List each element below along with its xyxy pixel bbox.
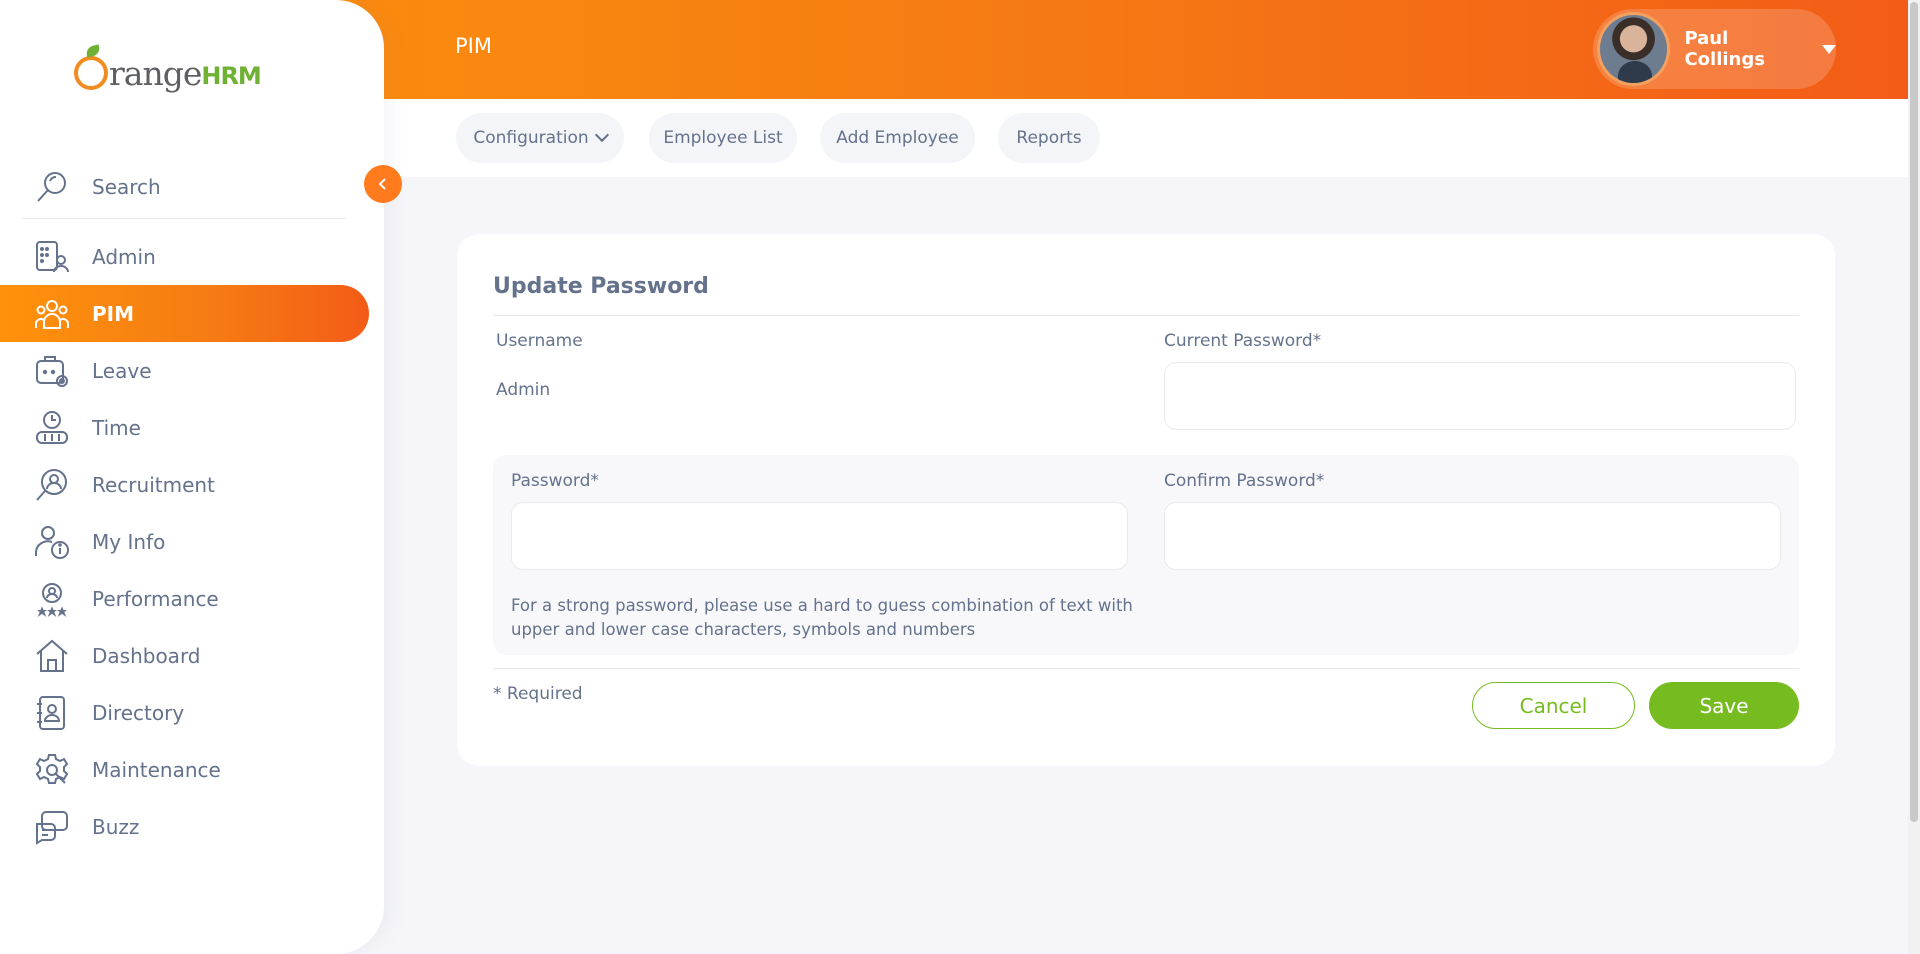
chevron-down-icon bbox=[594, 127, 609, 143]
logo-hrm: HRM bbox=[201, 62, 261, 90]
sidebar: range HRM Search Admin PIM Leave Time Re… bbox=[0, 0, 384, 954]
performance-icon bbox=[37, 582, 67, 617]
leave-icon bbox=[36, 355, 68, 387]
sidebar-item-label: Performance bbox=[92, 586, 219, 611]
sidebar-item-label: Buzz bbox=[92, 814, 140, 839]
cancel-button[interactable]: Cancel bbox=[1472, 682, 1635, 729]
scrollbar-thumb[interactable] bbox=[1910, 2, 1918, 822]
username-value: Admin bbox=[496, 380, 551, 400]
time-icon bbox=[36, 410, 68, 444]
password-hint: For a strong password, please use a hard… bbox=[511, 596, 1133, 639]
sidebar-search[interactable]: Search bbox=[22, 155, 346, 219]
sidebar-item-label: My Info bbox=[92, 529, 166, 554]
sub-navigation: Configuration Employee List Add Employee… bbox=[384, 99, 1908, 177]
tab-reports[interactable]: Reports bbox=[998, 113, 1100, 163]
confirm-password-input[interactable] bbox=[1164, 502, 1781, 570]
divider bbox=[493, 668, 1799, 669]
home-icon bbox=[36, 639, 68, 672]
tab-label: Add Employee bbox=[836, 128, 959, 148]
sidebar-item-label: Admin bbox=[92, 244, 156, 269]
avatar[interactable] bbox=[1597, 12, 1671, 86]
user-menu[interactable]: Paul Collings bbox=[1593, 9, 1836, 89]
sidebar-item-label: Directory bbox=[92, 700, 185, 725]
sidebar-item-admin[interactable]: Admin bbox=[0, 228, 384, 285]
sidebar-item-directory[interactable]: Directory bbox=[0, 684, 384, 741]
form-title: Update Password bbox=[493, 274, 709, 299]
user-name[interactable]: Paul Collings bbox=[1684, 28, 1814, 70]
tab-add-employee[interactable]: Add Employee bbox=[820, 113, 975, 163]
tab-configuration[interactable]: Configuration bbox=[456, 113, 624, 163]
sidebar-item-time[interactable]: Time bbox=[0, 399, 384, 456]
sidebar-nav: Admin PIM Leave Time Recruitment My Info… bbox=[0, 228, 384, 855]
recruitment-icon bbox=[36, 468, 67, 501]
save-button[interactable]: Save bbox=[1649, 682, 1799, 729]
chat-bubble-icon bbox=[36, 810, 68, 845]
chevron-left-icon bbox=[378, 178, 386, 190]
sidebar-item-maintenance[interactable]: Maintenance bbox=[0, 741, 384, 798]
orange-logo-icon bbox=[74, 56, 108, 90]
search-icon bbox=[37, 171, 66, 202]
tab-label: Employee List bbox=[663, 128, 783, 148]
tab-label: Configuration bbox=[473, 128, 589, 148]
sidebar-item-label: Time bbox=[92, 415, 141, 440]
sidebar-item-label: Recruitment bbox=[92, 472, 215, 497]
page-scrollbar[interactable] bbox=[1908, 0, 1920, 954]
sidebar-item-label: Dashboard bbox=[92, 643, 201, 668]
current-password-input[interactable] bbox=[1164, 362, 1796, 430]
sidebar-item-recruitment[interactable]: Recruitment bbox=[0, 456, 384, 513]
directory-icon bbox=[37, 695, 65, 730]
sidebar-item-leave[interactable]: Leave bbox=[0, 342, 384, 399]
sidebar-item-my-info[interactable]: My Info bbox=[0, 513, 384, 570]
collapse-sidebar-button[interactable] bbox=[364, 165, 402, 203]
tab-label: Reports bbox=[1016, 128, 1082, 148]
confirm-password-label: Confirm Password* bbox=[1164, 471, 1325, 491]
my-info-icon bbox=[35, 525, 69, 559]
sidebar-item-label: Leave bbox=[92, 358, 152, 383]
pim-icon bbox=[35, 299, 69, 329]
sidebar-item-pim[interactable]: PIM bbox=[0, 285, 369, 342]
page-title: PIM bbox=[455, 34, 492, 58]
sidebar-item-dashboard[interactable]: Dashboard bbox=[0, 627, 384, 684]
orangehrm-logo[interactable]: range HRM bbox=[74, 48, 262, 98]
sidebar-item-buzz[interactable]: Buzz bbox=[0, 798, 384, 855]
gear-wrench-icon bbox=[35, 753, 69, 784]
search-label: Search bbox=[92, 174, 161, 199]
current-password-label: Current Password* bbox=[1164, 331, 1322, 351]
divider bbox=[493, 315, 1799, 316]
username-label: Username bbox=[496, 331, 583, 351]
caret-down-icon[interactable] bbox=[1822, 44, 1836, 54]
password-input[interactable] bbox=[511, 502, 1128, 570]
sidebar-item-performance[interactable]: Performance bbox=[0, 570, 384, 627]
sidebar-item-label: Maintenance bbox=[92, 757, 221, 782]
password-label: Password* bbox=[511, 471, 599, 491]
tab-employee-list[interactable]: Employee List bbox=[649, 113, 797, 163]
admin-icon bbox=[36, 240, 69, 272]
sidebar-item-label: PIM bbox=[92, 301, 135, 326]
logo-word: range bbox=[109, 53, 202, 93]
required-note: * Required bbox=[493, 684, 583, 704]
update-password-card: Update Password Username Admin Current P… bbox=[457, 234, 1835, 766]
